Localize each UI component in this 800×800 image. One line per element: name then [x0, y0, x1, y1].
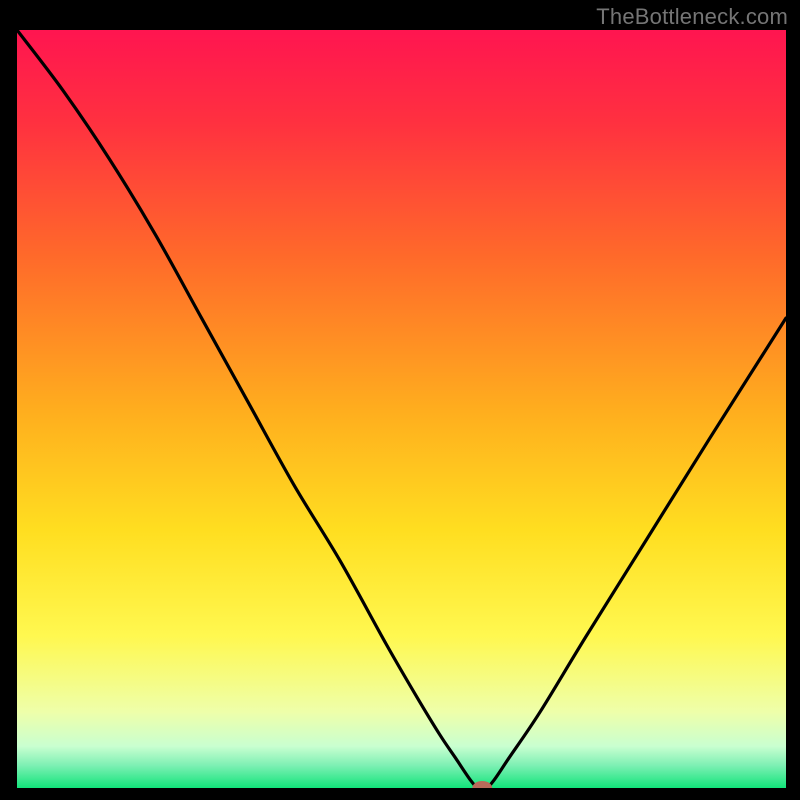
optimum-marker — [472, 781, 492, 795]
gradient-background — [17, 30, 786, 788]
chart-frame: TheBottleneck.com — [0, 0, 800, 800]
bottleneck-chart — [0, 0, 800, 800]
